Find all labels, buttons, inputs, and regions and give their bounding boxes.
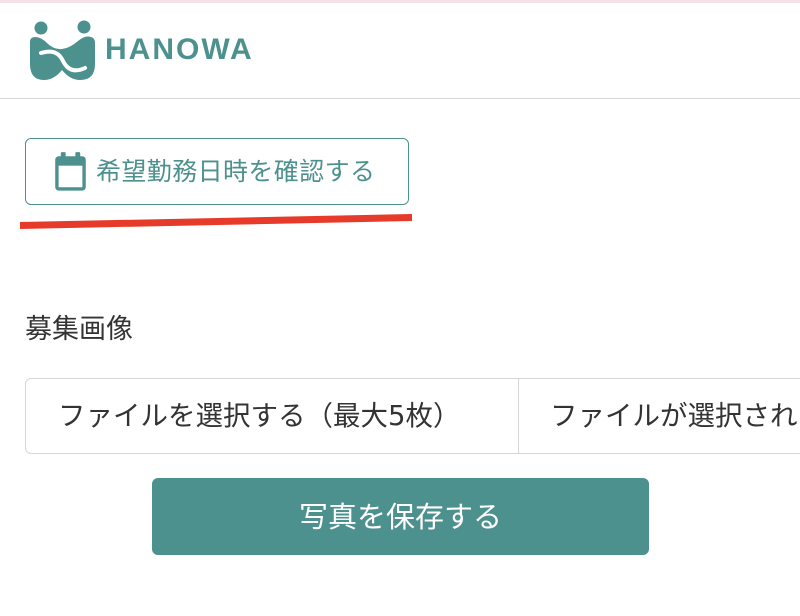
header: HANOWA [0, 3, 800, 99]
logo-link[interactable]: HANOWA [28, 17, 254, 83]
check-desired-schedule-label: 希望勤務日時を確認する [96, 156, 376, 186]
hanowa-logo-icon [30, 20, 95, 80]
recruitment-images-label: 募集画像 [25, 314, 133, 345]
check-desired-schedule-button[interactable]: 希望勤務日時を確認する [25, 138, 409, 205]
choose-files-label: ファイルを選択する（最大5枚） [58, 400, 461, 432]
save-photos-label: 写真を保存する [298, 499, 502, 534]
annotation-underline [20, 214, 412, 229]
save-photos-button[interactable]: 写真を保存する [152, 478, 649, 555]
choose-files-button[interactable]: ファイルを選択する（最大5枚） [25, 378, 519, 454]
file-selection-status[interactable]: ファイルが選択され [519, 378, 800, 454]
file-selection-status-text: ファイルが選択され [550, 400, 798, 432]
calendar-icon [55, 152, 86, 191]
file-input-group: ファイルを選択する（最大5枚） ファイルが選択され [25, 378, 800, 454]
logo-text: HANOWA [105, 33, 254, 66]
